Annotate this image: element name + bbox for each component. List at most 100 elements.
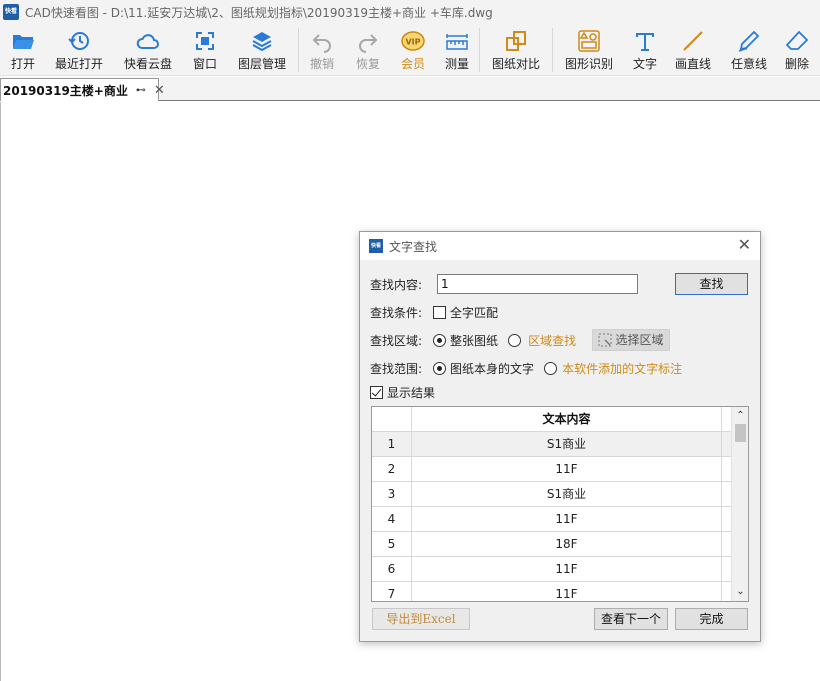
select-region-button[interactable]: 选择区域 [592, 329, 670, 351]
area-label: 查找区域: [370, 333, 423, 348]
scope-row: 查找范围: 图纸本身的文字 本软件添加的文字标注 [370, 358, 682, 378]
shape-recognize-button[interactable]: 图形识别 [553, 24, 625, 75]
cloud-icon [136, 34, 159, 49]
cloud-drive-button[interactable]: 快看云盘 [112, 24, 184, 75]
search-label: 查找内容: [370, 277, 423, 292]
table-row[interactable]: 3 S1商业 [372, 482, 732, 507]
recent-open-label: 最近打开 [54, 57, 103, 71]
open-button[interactable]: 打开 [0, 24, 46, 75]
condition-label: 查找条件: [370, 305, 423, 320]
line-tool-icon [683, 31, 703, 51]
results-scrollbar[interactable]: ⌃ ⌄ [731, 407, 748, 601]
eraser-icon [785, 30, 809, 50]
find-next-button[interactable]: 查看下一个 [594, 608, 668, 630]
condition-row: 查找条件: 全字匹配 [370, 302, 498, 322]
table-row[interactable]: 7 11F [372, 582, 732, 601]
find-text-dialog: 快看 文字查找 ✕ 查找内容: 1 查找 查找条件: 全字匹配 查找区域: 整张… [359, 231, 761, 642]
shape-recognize-label: 图形识别 [564, 57, 613, 71]
area-row: 查找区域: 整张图纸 区域查找 [370, 330, 576, 350]
undo-button[interactable]: 撤销 [299, 24, 345, 75]
draw-line-label: 画直线 [674, 57, 711, 71]
row-text: 11F [412, 457, 722, 481]
find-button[interactable]: 查找 [675, 273, 748, 295]
shape-recognize-icon [578, 30, 600, 52]
dialog-close-icon[interactable]: ✕ [738, 237, 751, 253]
redo-label: 恢复 [355, 57, 380, 71]
table-row[interactable]: 1 S1商业 [372, 432, 732, 457]
scroll-down-icon[interactable]: ⌄ [732, 585, 748, 599]
recent-open-button[interactable]: 最近打开 [46, 24, 112, 75]
redo-button[interactable]: 恢复 [345, 24, 391, 75]
row-index: 2 [372, 457, 412, 481]
row-index: 4 [372, 507, 412, 531]
undo-icon [312, 34, 331, 53]
results-table: 文本内容 1 S1商业 2 11F 3 S1商业 4 11F 5 18F 6 1… [371, 406, 749, 602]
row-text: S1商业 [412, 432, 722, 456]
show-results-label[interactable]: 显示结果 [387, 384, 435, 401]
freehand-line-button[interactable]: 任意线 [721, 24, 777, 75]
undo-label: 撤销 [309, 57, 334, 71]
row-text: S1商业 [412, 482, 722, 506]
freehand-line-label: 任意线 [730, 57, 767, 71]
vip-icon: VIP [401, 31, 425, 51]
close-tab-icon[interactable]: ✕ [154, 83, 165, 98]
table-row[interactable]: 6 11F [372, 557, 732, 582]
search-input[interactable]: 1 [437, 274, 638, 294]
text-content-column-header: 文本内容 [412, 407, 722, 431]
export-excel-button[interactable]: 导出到Excel [372, 608, 470, 630]
area-region-label[interactable]: 区域查找 [528, 332, 576, 349]
text-tool-button[interactable]: 文字 [625, 24, 665, 75]
row-text: 11F [412, 557, 722, 581]
layer-manager-button[interactable]: 图层管理 [226, 24, 298, 75]
compare-label: 图纸对比 [491, 57, 540, 71]
scope-drawing-label[interactable]: 图纸本身的文字 [450, 360, 534, 377]
scroll-thumb[interactable] [735, 424, 746, 442]
row-index: 6 [372, 557, 412, 581]
tab-document-label: 20190319主楼+商业 [3, 83, 128, 98]
draw-line-button[interactable]: 画直线 [665, 24, 721, 75]
svg-text:VIP: VIP [405, 38, 420, 47]
window-fit-icon [196, 32, 214, 50]
compare-icon [506, 31, 526, 51]
scope-annotations-label[interactable]: 本软件添加的文字标注 [562, 360, 682, 377]
row-index: 1 [372, 432, 412, 456]
vip-button[interactable]: VIP 会员 [391, 24, 435, 75]
area-region-radio[interactable] [508, 333, 522, 347]
done-button[interactable]: 完成 [675, 608, 748, 630]
compare-button[interactable]: 图纸对比 [480, 24, 552, 75]
tab-document[interactable]: 20190319主楼+商业 ⊷ ✕ [0, 78, 165, 101]
open-label: 打开 [10, 57, 35, 71]
window-button[interactable]: 窗口 [184, 24, 226, 75]
layers-icon [252, 32, 272, 52]
delete-label: 删除 [784, 57, 809, 71]
table-row[interactable]: 5 18F [372, 532, 732, 557]
cloud-drive-label: 快看云盘 [123, 57, 172, 71]
table-row[interactable]: 4 11F [372, 507, 732, 532]
show-results-checkbox[interactable] [370, 385, 383, 399]
scope-annotations-radio[interactable] [544, 361, 558, 375]
scroll-up-icon[interactable]: ⌃ [732, 409, 748, 423]
whole-word-checkbox[interactable] [433, 305, 447, 319]
scope-label: 查找范围: [370, 361, 423, 376]
whole-word-label[interactable]: 全字匹配 [450, 304, 498, 321]
vip-label: 会员 [400, 57, 425, 71]
row-index: 7 [372, 582, 412, 601]
pin-icon[interactable]: ⊷ [136, 85, 146, 96]
app-logo-icon: 快看 [3, 4, 19, 20]
measure-label: 测量 [444, 57, 469, 71]
show-results-row: 显示结果 [370, 382, 435, 402]
area-whole-label[interactable]: 整张图纸 [450, 332, 498, 349]
measure-button[interactable]: 测量 [435, 24, 479, 75]
dialog-title-bar[interactable]: 快看 文字查找 ✕ [360, 232, 760, 260]
scope-drawing-radio[interactable] [433, 361, 447, 375]
history-icon [68, 32, 89, 50]
text-tool-label: 文字 [632, 57, 657, 71]
window-title: CAD快速看图 - D:\11.延安万达城\2、图纸规划指标\20190319主… [25, 5, 493, 20]
area-whole-radio[interactable] [433, 333, 447, 347]
window-label: 窗口 [192, 57, 217, 71]
document-tabs: 20190319主楼+商业 ⊷ ✕ [0, 77, 820, 101]
delete-button[interactable]: 删除 [777, 24, 817, 75]
table-row[interactable]: 2 11F [372, 457, 732, 482]
redo-icon [359, 34, 378, 53]
search-row: 查找内容: [370, 274, 422, 294]
